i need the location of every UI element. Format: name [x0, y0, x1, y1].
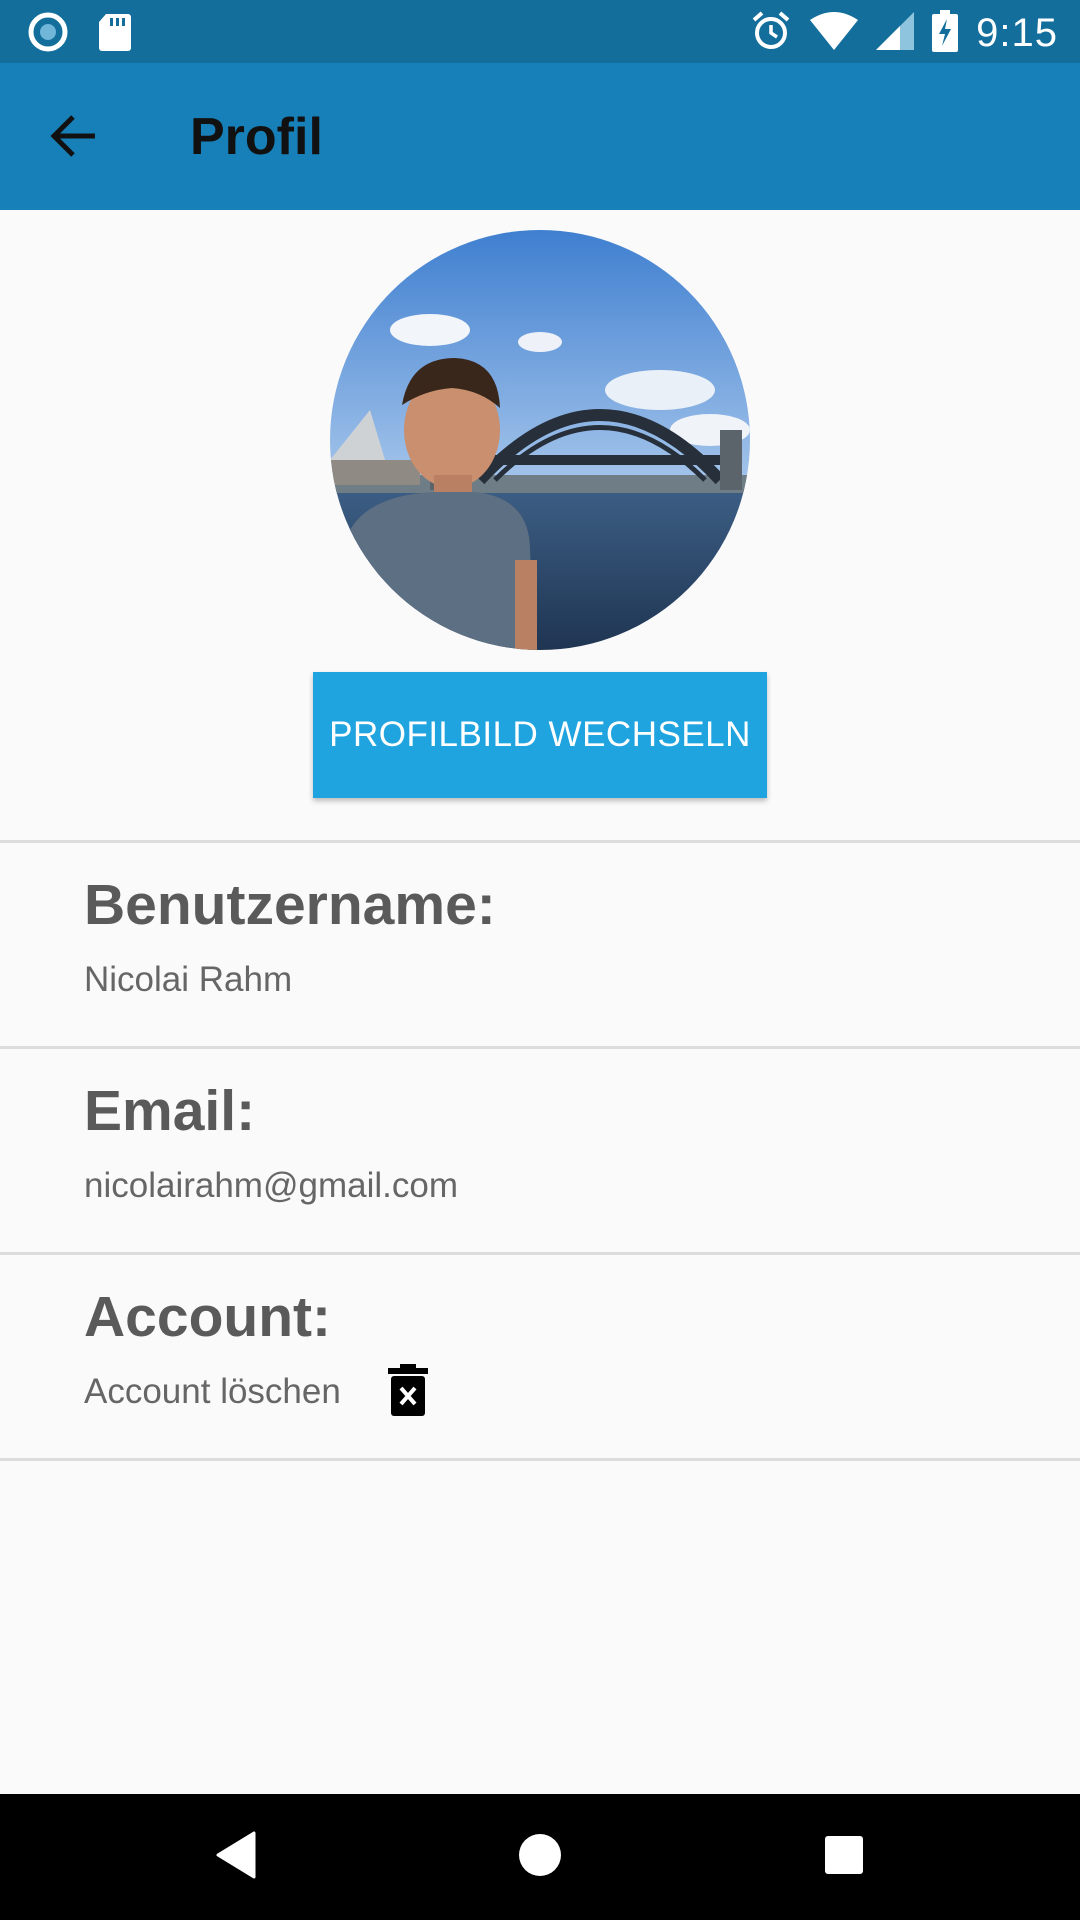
- app-bar: Profil: [0, 63, 1080, 210]
- email-label: Email:: [84, 1079, 256, 1143]
- change-profile-picture-button[interactable]: PROFILBILD WECHSELN: [313, 672, 767, 798]
- delete-account-link[interactable]: Account löschen: [84, 1372, 341, 1412]
- back-triangle-icon: [214, 1831, 258, 1884]
- alarm-icon: [750, 10, 792, 57]
- status-time: 9:15: [976, 11, 1058, 55]
- home-circle-icon: [517, 1832, 563, 1883]
- navigation-bar: [0, 1794, 1080, 1920]
- username-value: Nicolai Rahm: [84, 960, 293, 999]
- page-title: Profil: [190, 108, 323, 166]
- record-icon: [28, 12, 68, 57]
- status-bar: 9:15: [0, 0, 1080, 63]
- trash-delete-icon[interactable]: [388, 1364, 428, 1416]
- profile-photo: [330, 230, 750, 650]
- sd-card-icon: [98, 12, 132, 57]
- divider: [0, 840, 1080, 843]
- account-label: Account:: [84, 1285, 331, 1349]
- wifi-icon: [810, 12, 859, 55]
- battery-charging-icon: [932, 10, 959, 57]
- nav-recents-button[interactable]: [814, 1827, 874, 1887]
- divider: [0, 1458, 1080, 1461]
- divider: [0, 1252, 1080, 1255]
- nav-back-button[interactable]: [206, 1827, 266, 1887]
- recents-square-icon: [823, 1834, 865, 1881]
- signal-icon: [876, 12, 915, 55]
- username-label: Benutzername:: [84, 873, 496, 937]
- divider: [0, 1046, 1080, 1049]
- email-value: nicolairahm@gmail.com: [84, 1166, 458, 1205]
- arrow-left-icon: [49, 114, 97, 163]
- avatar: [330, 230, 750, 650]
- back-button[interactable]: [38, 103, 108, 173]
- nav-home-button[interactable]: [510, 1827, 570, 1887]
